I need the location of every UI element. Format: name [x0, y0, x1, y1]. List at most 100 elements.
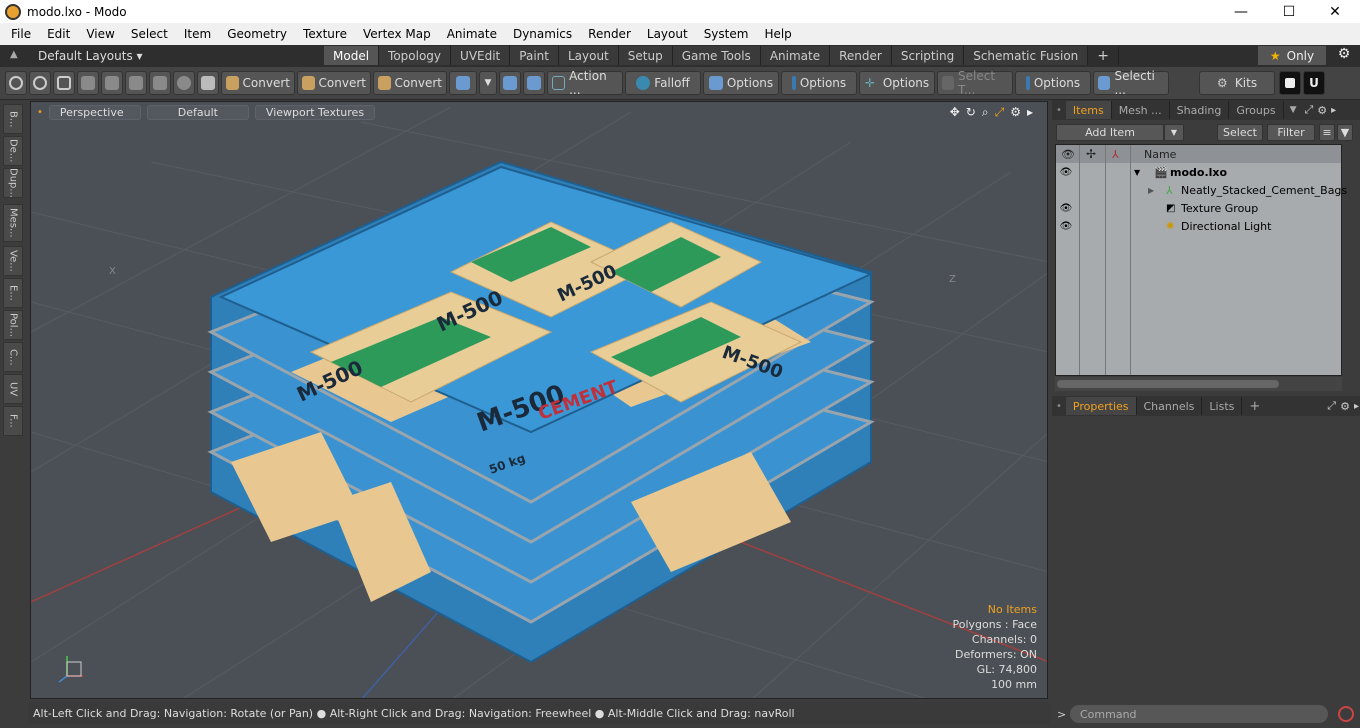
left-tab-vertex[interactable]: Ve... [3, 246, 23, 276]
workplane-button[interactable] [523, 71, 545, 95]
menu-vertex-map[interactable]: Vertex Map [355, 27, 439, 41]
options-button-2[interactable]: Options [781, 71, 857, 95]
options-button-3[interactable]: ✛ Options [859, 71, 935, 95]
layout-selector[interactable]: Default Layouts ▾ [38, 49, 143, 63]
left-tab-polygon[interactable]: Pol... [3, 310, 23, 340]
view-mode-button[interactable]: Perspective [48, 104, 141, 120]
menu-select[interactable]: Select [123, 27, 176, 41]
selection-button[interactable]: Selecti ... [1093, 69, 1169, 97]
menu-item[interactable]: Item [176, 27, 219, 41]
viewport-expand-icon[interactable]: ▸ [1027, 105, 1033, 120]
select-button[interactable]: Select [1217, 123, 1263, 141]
name-header[interactable]: Name [1144, 148, 1176, 161]
tab-lists[interactable]: Lists [1202, 397, 1243, 415]
gear-icon[interactable]: ⚙ [1334, 46, 1354, 65]
zoom-view-icon[interactable]: ⌕ [982, 105, 989, 120]
left-tab-fusion[interactable]: F... [3, 406, 23, 436]
add-item-dropdown[interactable]: ▼ [1164, 123, 1184, 141]
minimize-button[interactable]: — [1218, 0, 1264, 23]
symmetry-button[interactable] [449, 71, 477, 95]
left-tab-basic[interactable]: B... [3, 104, 23, 134]
menu-help[interactable]: Help [756, 27, 799, 41]
tab-scripting[interactable]: Scripting [891, 46, 965, 65]
eye-icon[interactable]: 👁 [1059, 163, 1073, 181]
menu-file[interactable]: File [3, 27, 39, 41]
kits-button[interactable]: ⚙ Kits [1199, 71, 1275, 95]
options-button-1[interactable]: Options [703, 71, 779, 95]
fit-view-icon[interactable]: ⤢ [995, 105, 1005, 120]
panel-gear-icon[interactable]: ⚙ [1317, 104, 1327, 117]
pivot-button[interactable] [125, 71, 147, 95]
rotate-view-icon[interactable]: ↻ [966, 105, 976, 120]
move-view-icon[interactable]: ✥ [950, 105, 960, 120]
select-vertices-button[interactable] [5, 71, 27, 95]
convert-button-2[interactable]: Convert [297, 71, 371, 95]
tab-animate[interactable]: Animate [760, 46, 831, 65]
menu-texture[interactable]: Texture [295, 27, 355, 41]
menu-render[interactable]: Render [580, 27, 639, 41]
add-item-button[interactable]: Add Item [1056, 123, 1164, 141]
expand-arrow-icon[interactable]: ▶ [1148, 186, 1154, 195]
unity-button[interactable] [1279, 71, 1301, 95]
3d-viewport[interactable]: M-500 50 kg M-500 M-500 M-500 M-500 CEME… [30, 101, 1048, 699]
collapse-icon[interactable]: ▲ [10, 49, 18, 60]
tab-game-tools[interactable]: Game Tools [672, 46, 761, 65]
symmetry-dropdown[interactable]: ▼ [479, 71, 497, 95]
panel-arrow-icon[interactable]: ▸ [1331, 105, 1336, 116]
panel-expand-icon[interactable]: ⤢ [1304, 103, 1313, 117]
list-options-icon[interactable]: ≡ [1319, 123, 1335, 141]
convert-button-3[interactable]: Convert [373, 71, 447, 95]
tree-row-light[interactable]: 👁 ✺ Directional Light [1056, 217, 1341, 235]
box-button[interactable] [197, 71, 219, 95]
panel-expand-icon[interactable]: ⤢ [1327, 399, 1336, 413]
funnel-icon[interactable]: ▼ [1337, 123, 1353, 141]
left-tab-curve[interactable]: C... [3, 342, 23, 372]
tree-row-texture-group[interactable]: 👁 ◩ Texture Group [1056, 199, 1341, 217]
panel-dropdown-icon[interactable]: ▼ [1290, 105, 1297, 115]
options-button-4[interactable]: Options [1015, 71, 1091, 95]
left-tab-duplicate[interactable]: Dup... [3, 168, 23, 198]
tree-scrollbar[interactable] [1055, 377, 1342, 391]
panel-gear-icon[interactable]: ⚙ [1340, 400, 1350, 413]
tab-mesh[interactable]: Mesh ... [1112, 101, 1170, 119]
left-tab-edge[interactable]: E... [3, 278, 23, 308]
tree-row-scene[interactable]: 👁 ▼ 🎬 modo.lxo [1056, 163, 1341, 181]
select-items-button[interactable] [77, 71, 99, 95]
edge-ring-button[interactable] [173, 71, 195, 95]
select-polygons-button[interactable] [53, 71, 75, 95]
maximize-button[interactable]: ☐ [1266, 0, 1312, 23]
left-tab-mesh-edit[interactable]: Mes... [3, 204, 23, 242]
menu-layout[interactable]: Layout [639, 27, 696, 41]
menu-dynamics[interactable]: Dynamics [505, 27, 580, 41]
left-tab-uv[interactable]: UV [3, 374, 23, 404]
eye-icon[interactable]: 👁 [1059, 217, 1073, 235]
tab-groups[interactable]: Groups [1229, 101, 1284, 119]
tree-row-mesh[interactable]: ▶ ⅄ Neatly_Stacked_Cement_Bags [1056, 181, 1347, 199]
tab-topology[interactable]: Topology [379, 46, 452, 65]
left-tab-deform[interactable]: De... [3, 136, 23, 166]
viewport-textures-button[interactable]: Viewport Textures [254, 104, 376, 120]
add-tab-button[interactable]: + [1088, 46, 1120, 65]
tab-model[interactable]: Model [324, 46, 380, 65]
snap-button[interactable] [499, 71, 521, 95]
menu-edit[interactable]: Edit [39, 27, 78, 41]
add-panel-tab-button[interactable]: + [1242, 397, 1267, 415]
filter-button[interactable]: Filter [1267, 123, 1315, 141]
command-input[interactable]: Command [1070, 705, 1328, 723]
record-icon[interactable] [1338, 706, 1354, 722]
only-toggle[interactable]: ★ Only [1258, 46, 1326, 65]
select-materials-button[interactable] [101, 71, 123, 95]
scrollbar-thumb[interactable] [1057, 380, 1279, 388]
center-button[interactable] [149, 71, 171, 95]
tab-layout[interactable]: Layout [558, 46, 619, 65]
expand-arrow-icon[interactable]: ▼ [1134, 168, 1140, 177]
panel-arrow-icon[interactable]: ▸ [1354, 401, 1359, 412]
viewport-gear-icon[interactable]: ⚙ [1010, 105, 1021, 120]
menu-view[interactable]: View [78, 27, 122, 41]
tab-setup[interactable]: Setup [618, 46, 673, 65]
menu-geometry[interactable]: Geometry [219, 27, 295, 41]
tab-properties[interactable]: Properties [1065, 397, 1137, 415]
tab-render[interactable]: Render [830, 46, 892, 65]
tab-items[interactable]: Items [1065, 101, 1112, 119]
unreal-button[interactable]: U [1303, 71, 1325, 95]
